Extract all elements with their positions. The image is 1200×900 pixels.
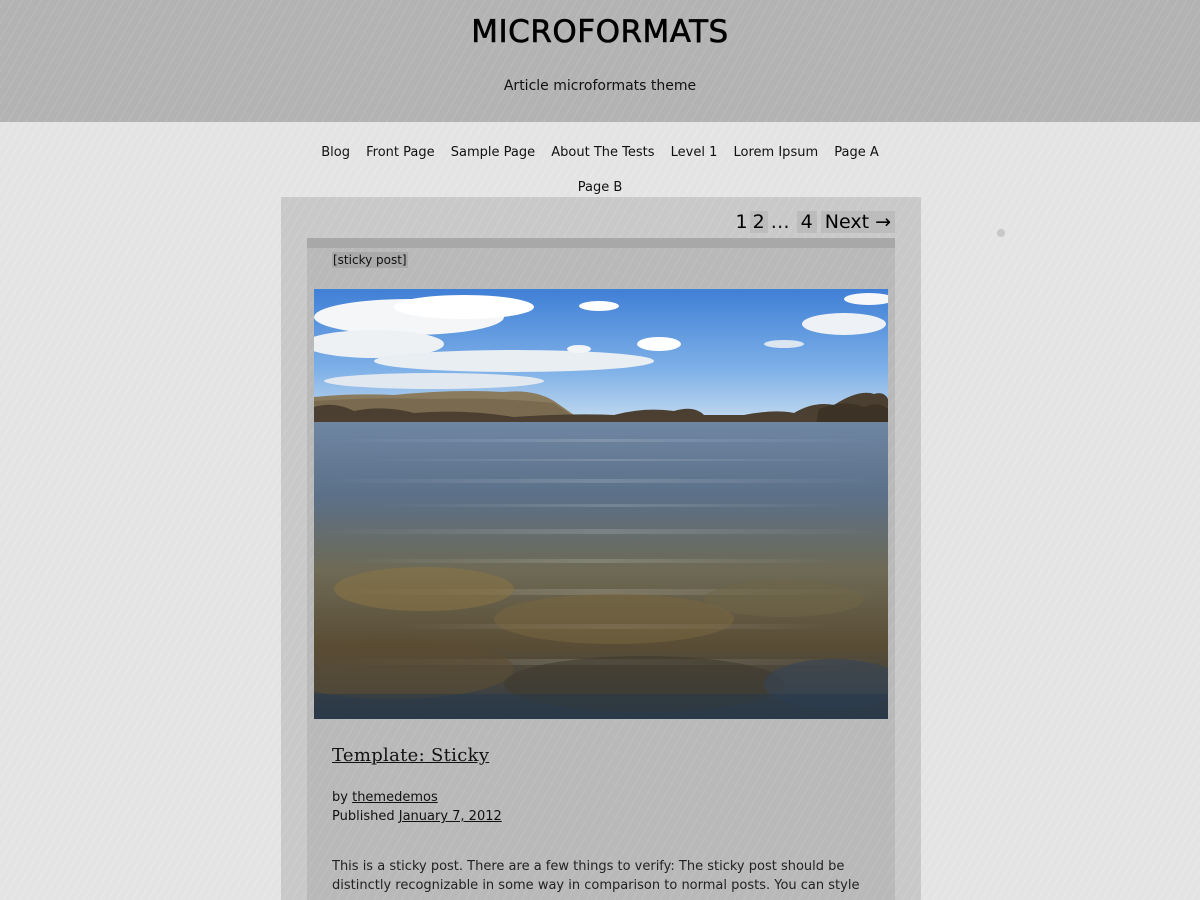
site-header: MICROFORMATS Article microformats theme	[0, 0, 1200, 122]
pagination-next-link[interactable]: Next →	[820, 211, 895, 233]
pagination-page-4[interactable]: 4	[796, 211, 817, 233]
nav-item-blog[interactable]: Blog	[321, 145, 350, 160]
nav-item-front-page[interactable]: Front Page	[366, 145, 435, 160]
pagination: 1 2 … 4 Next →	[733, 211, 895, 233]
post-byline: by themedemos Published January 7, 2012	[332, 788, 502, 826]
pagination-page-1[interactable]: 1	[733, 211, 749, 233]
decorative-dot	[997, 229, 1005, 237]
sticky-post-label: [sticky post]	[332, 252, 408, 268]
post-excerpt: This is a sticky post. There are a few t…	[332, 859, 860, 893]
main-content: 1 2 … 4 Next → [sticky post] Template: S…	[281, 197, 921, 900]
published-prefix: Published	[332, 809, 395, 824]
sticky-post: [sticky post] Template: Sticky by themed…	[307, 238, 895, 900]
site-title[interactable]: MICROFORMATS	[0, 14, 1200, 51]
site-description: Article microformats theme	[503, 78, 697, 94]
nav-item-sample-page[interactable]: Sample Page	[451, 145, 535, 160]
pagination-current-page: 2	[749, 211, 768, 233]
nav-item-level-1[interactable]: Level 1	[671, 145, 718, 160]
nav-item-about-the-tests[interactable]: About The Tests	[551, 145, 654, 160]
author-link[interactable]: themedemos	[352, 790, 438, 805]
main-navigation: Blog Front Page Sample Page About The Te…	[300, 135, 900, 205]
nav-item-page-a[interactable]: Page A	[834, 145, 879, 160]
post-date-link[interactable]: January 7, 2012	[399, 809, 502, 824]
nav-item-page-b[interactable]: Page B	[578, 180, 623, 195]
nav-item-lorem-ipsum[interactable]: Lorem Ipsum	[734, 145, 819, 160]
featured-image[interactable]	[314, 289, 888, 719]
pagination-ellipsis: …	[770, 211, 790, 233]
seascape-image	[314, 289, 888, 719]
post-title-link[interactable]: Template: Sticky	[332, 745, 489, 766]
byline-prefix: by	[332, 790, 348, 805]
